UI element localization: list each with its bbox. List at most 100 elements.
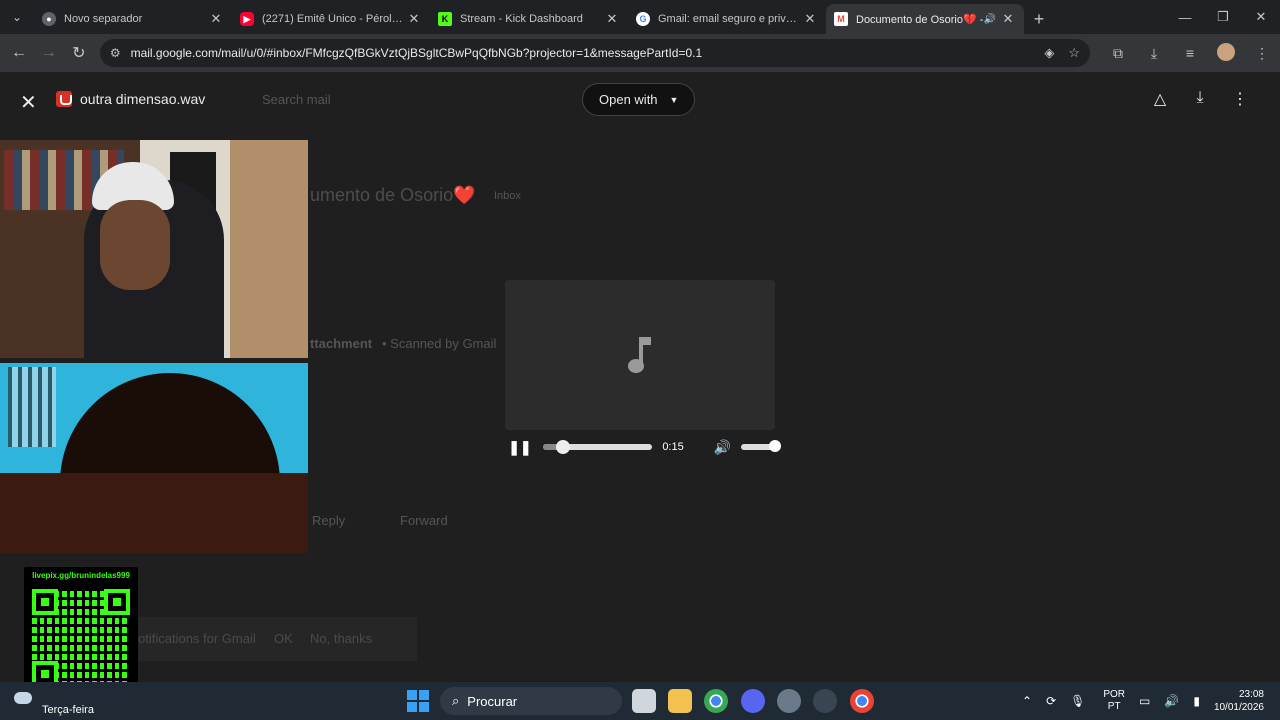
- audio-player: [505, 280, 775, 430]
- chrome-taskbar-icon[interactable]: [704, 689, 728, 713]
- menu-icon[interactable]: ⋮: [1244, 45, 1280, 62]
- chevron-down-icon: ⌄: [11, 10, 23, 24]
- toast-ok: OK: [274, 631, 293, 646]
- more-options-icon[interactable]: ⋮: [1220, 89, 1260, 109]
- youtube-icon: ▶: [240, 12, 254, 26]
- tab-youtube[interactable]: ▶ (2271) Emitê Único - Pérolas (O ✕: [232, 4, 430, 34]
- email-subject: umento de Osorio❤️: [310, 185, 476, 205]
- tab-title: Gmail: email seguro e privado: [658, 13, 802, 25]
- tab-title: Stream - Kick Dashboard: [460, 13, 583, 25]
- forward-icon[interactable]: →: [34, 44, 64, 62]
- address-bar[interactable]: ⚙ mail.google.com/mail/u/0/#inbox/FMfcgz…: [99, 39, 1090, 67]
- tab-title: (2271) Emitê Único - Pérolas (O: [262, 13, 406, 25]
- lang-top: POR: [1103, 689, 1126, 700]
- close-viewer-icon[interactable]: ✕: [20, 90, 37, 115]
- tab-title: Novo separador: [64, 13, 143, 25]
- toast-text: otifications for Gmail: [138, 631, 256, 646]
- volume-handle[interactable]: [769, 440, 781, 452]
- language-indicator[interactable]: POR PT: [1103, 689, 1125, 713]
- battery-icon[interactable]: ▮: [1193, 694, 1200, 708]
- clock-date: 10/01/2026: [1213, 702, 1264, 713]
- chrome-active-icon[interactable]: [850, 689, 874, 713]
- taskbar-search[interactable]: ⌕ Procurar: [440, 687, 622, 715]
- open-with-button[interactable]: Open with ▼: [582, 83, 696, 116]
- volume-slider[interactable]: [741, 440, 781, 452]
- clock-time: 23:08: [1238, 689, 1264, 700]
- restore-icon[interactable]: ❐: [1204, 9, 1242, 25]
- close-icon[interactable]: ✕: [1000, 11, 1016, 27]
- file-name: outra dimensao.wav: [80, 91, 206, 107]
- tab-strip: ⌄ ● Novo separador ✕ ▶ (2271) Emitê Únic…: [0, 0, 1280, 34]
- google-icon: G: [636, 12, 650, 26]
- search-label: Procurar: [467, 693, 518, 709]
- audio-file-icon: [56, 91, 72, 107]
- volume-tray-icon[interactable]: 🔊: [1164, 694, 1179, 708]
- discord-icon[interactable]: [741, 689, 765, 713]
- new-tab-button[interactable]: +: [1024, 4, 1054, 34]
- open-with-label: Open with: [599, 92, 658, 107]
- chrome-icon: ●: [42, 12, 56, 26]
- minimize-icon[interactable]: —: [1166, 10, 1204, 25]
- tab-title: Documento de Osorio💔 -: [856, 13, 984, 26]
- clock[interactable]: 23:08 10/01/2026: [1214, 688, 1264, 714]
- browser-toolbar: ← → ↻ ⚙ mail.google.com/mail/u/0/#inbox/…: [0, 34, 1280, 72]
- add-to-drive-icon[interactable]: △: [1140, 89, 1180, 109]
- tab-search-button[interactable]: ⌄: [0, 0, 34, 34]
- start-button[interactable]: [407, 690, 429, 712]
- weather-icon: [14, 692, 32, 704]
- close-window-icon[interactable]: ✕: [1242, 9, 1280, 25]
- download-icon[interactable]: ⤓: [1180, 89, 1220, 109]
- volume-icon[interactable]: 🔊: [714, 439, 731, 456]
- close-icon[interactable]: ✕: [406, 11, 422, 27]
- kick-icon: K: [438, 12, 452, 26]
- seek-slider[interactable]: [542, 440, 653, 454]
- sync-icon[interactable]: ⟳: [1046, 694, 1056, 708]
- seek-handle[interactable]: [555, 440, 570, 454]
- qr-label: livepix.gg/brunindelas999: [32, 571, 130, 580]
- tab-new[interactable]: ● Novo separador ✕: [34, 4, 232, 34]
- current-time: 0:15: [662, 441, 684, 453]
- speaker-icon[interactable]: 🔊: [984, 14, 996, 25]
- microphone-icon[interactable]: 🎙: [1070, 694, 1085, 708]
- attachment-heading: ttachment: [310, 336, 373, 351]
- bookmark-star-icon[interactable]: ☆: [1068, 45, 1080, 61]
- file-explorer-icon[interactable]: [668, 689, 692, 713]
- pause-icon[interactable]: ❚❚: [505, 439, 535, 456]
- downloads-icon[interactable]: ⤓: [1136, 45, 1172, 62]
- viewer-actions: △ ⤓ ⋮: [1140, 89, 1260, 109]
- forward-button: Forward: [400, 513, 448, 528]
- site-info-icon[interactable]: ⚙: [110, 46, 121, 60]
- inbox-badge: Inbox: [494, 190, 521, 202]
- settings-icon[interactable]: [777, 689, 801, 713]
- network-icon[interactable]: ▭: [1139, 694, 1150, 708]
- tab-documento[interactable]: M Documento de Osorio💔 - 🔊 ✕: [826, 4, 1024, 34]
- close-icon[interactable]: ✕: [208, 11, 224, 27]
- reload-icon[interactable]: ↻: [64, 43, 94, 63]
- chevron-up-icon[interactable]: ⌃: [1022, 694, 1032, 708]
- donation-qr-code: livepix.gg/brunindelas999: [24, 567, 138, 695]
- windows-taskbar: Terça-feira ⌕ Procurar ⌃ ⟳ 🎙 POR PT ▭ 🔊 …: [0, 682, 1280, 720]
- back-icon[interactable]: ←: [4, 44, 34, 62]
- tab-gmail-inbox[interactable]: G Gmail: email seguro e privado ✕: [628, 4, 826, 34]
- close-icon[interactable]: ✕: [604, 11, 620, 27]
- url-text[interactable]: mail.google.com/mail/u/0/#inbox/FMfcgzQf…: [131, 46, 1031, 60]
- app-icon[interactable]: [813, 689, 837, 713]
- tab-kick[interactable]: K Stream - Kick Dashboard ✕: [430, 4, 628, 34]
- media-control-icon[interactable]: ≡: [1172, 45, 1208, 61]
- reply-button: Reply: [312, 513, 346, 528]
- task-view-icon[interactable]: [632, 689, 656, 713]
- search-icon: ⌕: [452, 693, 460, 708]
- toolbar-actions: ⧉ ⤓ ≡ ⋮: [1100, 42, 1280, 64]
- caret-down-icon: ▼: [669, 94, 679, 105]
- gmail-icon: M: [834, 12, 848, 26]
- profile-avatar[interactable]: [1208, 42, 1244, 64]
- toast-no-thanks: No, thanks: [310, 631, 373, 646]
- music-note-icon: [628, 337, 651, 373]
- close-icon[interactable]: ✕: [802, 11, 818, 27]
- lens-icon[interactable]: ◈: [1044, 45, 1054, 61]
- weather-day: Terça-feira: [42, 704, 94, 716]
- player-controls: ❚❚ 0:15 🔊: [505, 434, 781, 460]
- webcam-overlay-bottom: [0, 363, 308, 553]
- extensions-icon[interactable]: ⧉: [1100, 45, 1136, 62]
- webcam-overlay-top: [0, 140, 308, 358]
